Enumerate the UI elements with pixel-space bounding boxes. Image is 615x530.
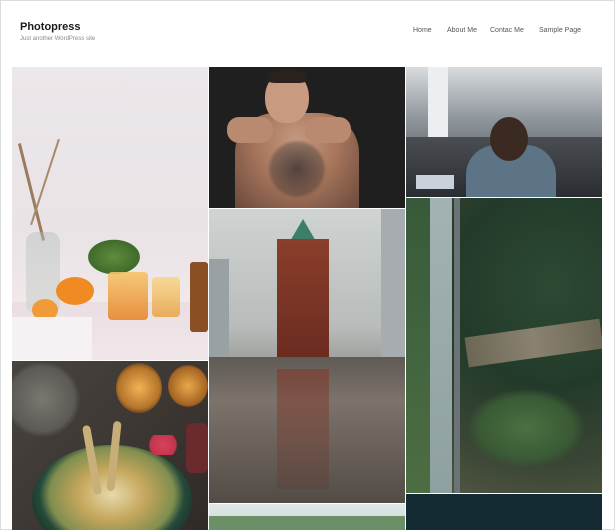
photo-detail bbox=[186, 423, 208, 473]
photo-detail bbox=[416, 175, 454, 189]
aerial-road-forest-photo[interactable] bbox=[406, 198, 602, 493]
photo-detail bbox=[277, 239, 329, 357]
photo-grid bbox=[0, 0, 615, 530]
photo-detail bbox=[30, 138, 60, 226]
orange-drinks-photo[interactable] bbox=[12, 67, 208, 360]
photo-detail bbox=[168, 365, 208, 407]
dark-water-photo[interactable] bbox=[406, 494, 602, 530]
photo-detail bbox=[190, 262, 208, 332]
photo-detail bbox=[428, 67, 448, 137]
photo-detail bbox=[381, 209, 405, 359]
photo-detail bbox=[56, 277, 94, 305]
photo-detail bbox=[466, 388, 586, 468]
photo-detail bbox=[12, 317, 92, 360]
photo-detail bbox=[136, 435, 190, 455]
photo-detail bbox=[490, 117, 528, 161]
tattooed-man-photo[interactable] bbox=[209, 67, 405, 208]
photo-detail bbox=[430, 198, 452, 493]
photo-detail bbox=[267, 139, 327, 199]
photo-detail bbox=[267, 69, 307, 83]
photo-detail bbox=[116, 363, 162, 413]
photo-detail bbox=[209, 259, 229, 359]
photo-detail bbox=[84, 237, 144, 277]
photo-detail bbox=[454, 198, 460, 493]
flatiron-rain-photo[interactable] bbox=[209, 209, 405, 503]
photo-detail bbox=[464, 318, 602, 368]
photo-detail bbox=[209, 516, 405, 530]
photo-detail bbox=[227, 117, 273, 143]
salad-table-photo[interactable] bbox=[12, 361, 208, 530]
station-laptop-photo[interactable] bbox=[406, 67, 602, 197]
photo-detail bbox=[406, 198, 430, 493]
city-trees-photo[interactable] bbox=[209, 504, 405, 530]
photo-detail bbox=[108, 272, 148, 320]
photo-detail bbox=[12, 361, 80, 437]
photo-detail bbox=[305, 117, 351, 143]
photo-detail bbox=[277, 369, 329, 489]
photo-detail bbox=[152, 277, 180, 317]
